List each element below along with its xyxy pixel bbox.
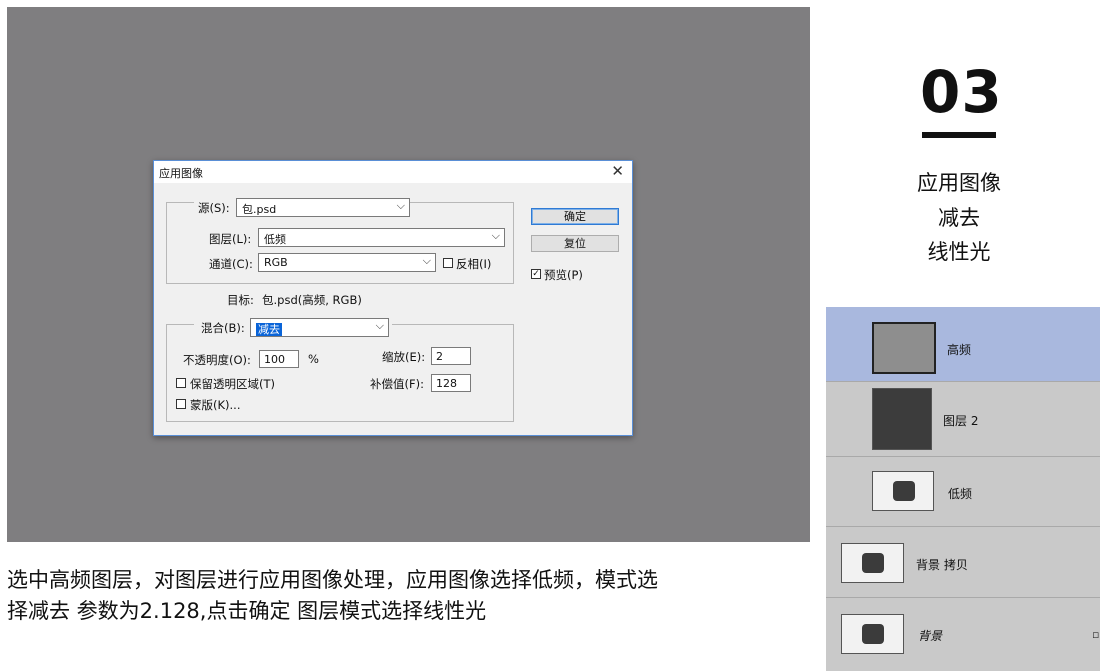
opacity-input[interactable]: 100 — [259, 350, 299, 368]
blend-value: 减去 — [256, 323, 282, 336]
layer-row[interactable]: 背景 拷贝 — [826, 527, 1100, 598]
close-icon[interactable]: ✕ — [611, 163, 624, 179]
scale-label: 缩放(E): — [382, 350, 426, 364]
preview-checkbox[interactable]: ✓ — [531, 269, 541, 279]
layer-row[interactable]: 低频 — [826, 457, 1100, 527]
layers-panel: 高频 图层 2 低频 背景 拷贝 背景 ▫ — [826, 307, 1100, 671]
invert-label: 反相(I) — [456, 257, 492, 271]
reset-button[interactable]: 复位 — [531, 235, 619, 252]
chevron-down-icon: ⌵ — [375, 319, 384, 332]
step-underline — [922, 132, 996, 138]
lock-icon: ▫ — [1092, 628, 1100, 641]
layer-thumbnail — [841, 543, 904, 583]
caption-line-2: 择减去 参数为2.128,点击确定 图层模式选择线性光 — [7, 599, 487, 623]
channel-value: RGB — [264, 256, 288, 269]
layer-row[interactable]: 图层 2 — [826, 382, 1100, 457]
ok-button[interactable]: 确定 — [531, 208, 619, 225]
chevron-down-icon: ⌵ — [422, 254, 431, 267]
layer-thumbnail — [872, 388, 932, 450]
blend-select[interactable]: 减去 ⌵ — [250, 318, 389, 337]
preserve-transparency-label: 保留透明区域(T) — [190, 377, 275, 391]
mask-checkbox[interactable] — [176, 399, 186, 409]
opacity-label: 不透明度(O): — [183, 353, 251, 367]
target-label: 目标: — [227, 293, 254, 307]
layer-name: 背景 拷贝 — [916, 558, 968, 572]
offset-label: 补偿值(F): — [370, 377, 424, 391]
source-label: 源(S): — [198, 201, 230, 215]
apply-image-dialog: 应用图像 ✕ 源(S): 包.psd ⌵ 图层(L): 低频 ⌵ 通道(C): … — [153, 160, 633, 436]
mask-label[interactable]: 蒙版(K)... — [190, 397, 240, 413]
source-select[interactable]: 包.psd ⌵ — [236, 198, 410, 217]
scale-input[interactable]: 2 — [431, 347, 471, 365]
channel-label: 通道(C): — [209, 257, 253, 271]
chevron-down-icon: ⌵ — [491, 229, 500, 242]
step-number: 03 — [920, 58, 1003, 126]
invert-checkbox[interactable] — [443, 258, 453, 268]
layer-value: 低频 — [264, 233, 286, 246]
layer-name: 低频 — [948, 487, 973, 501]
layer-row[interactable]: 背景 ▫ — [826, 598, 1100, 671]
layer-thumbnail — [841, 614, 904, 654]
offset-input[interactable]: 128 — [431, 374, 471, 392]
step-line-3: 线性光 — [927, 240, 991, 264]
opacity-unit: % — [308, 352, 319, 366]
layer-name: 背景 — [918, 629, 943, 643]
target-value: 包.psd(高频, RGB) — [262, 293, 362, 307]
dialog-titlebar: 应用图像 ✕ — [154, 161, 632, 183]
chevron-down-icon: ⌵ — [396, 199, 405, 212]
step-line-2: 减去 — [938, 206, 980, 230]
layer-thumbnail — [872, 471, 934, 511]
layer-name: 图层 2 — [943, 414, 979, 428]
dialog-title: 应用图像 — [159, 167, 203, 180]
blend-label: 混合(B): — [201, 321, 245, 335]
step-line-1: 应用图像 — [917, 171, 1001, 195]
preserve-transparency-checkbox[interactable] — [176, 378, 186, 388]
channel-select[interactable]: RGB ⌵ — [258, 253, 436, 272]
preview-label: 预览(P) — [544, 268, 583, 282]
layer-row[interactable]: 高频 — [826, 307, 1100, 382]
caption-line-1: 选中高频图层，对图层进行应用图像处理，应用图像选择低频，模式选 — [7, 568, 658, 592]
layer-name: 高频 — [947, 343, 972, 357]
source-value: 包.psd — [242, 203, 277, 216]
layer-thumbnail — [872, 322, 936, 374]
caption: 选中高频图层，对图层进行应用图像处理，应用图像选择低频，模式选 择减去 参数为2… — [7, 565, 807, 627]
layer-select[interactable]: 低频 ⌵ — [258, 228, 505, 247]
layer-label: 图层(L): — [209, 232, 252, 246]
